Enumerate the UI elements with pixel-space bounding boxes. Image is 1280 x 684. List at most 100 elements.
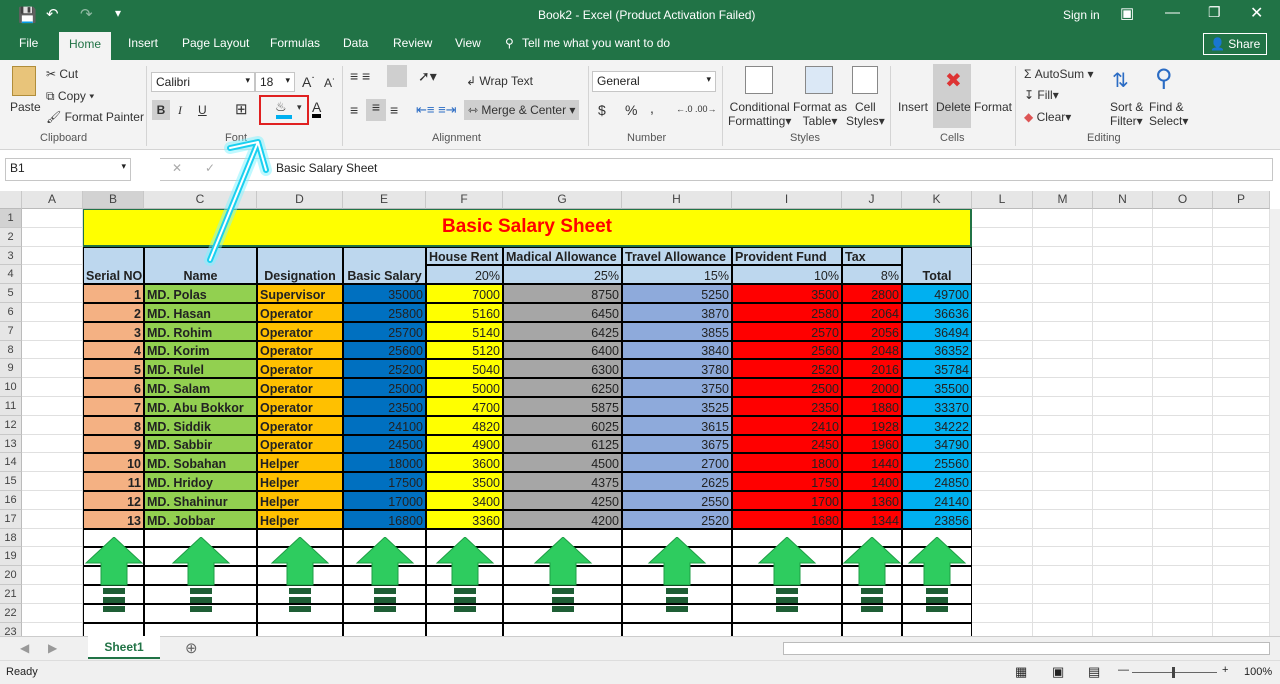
data-cell[interactable]: 25560 bbox=[902, 453, 972, 473]
cell[interactable] bbox=[1033, 246, 1093, 266]
column-header-I[interactable]: I bbox=[732, 191, 842, 209]
bold-button[interactable]: B bbox=[152, 100, 170, 120]
cell[interactable] bbox=[972, 622, 1033, 636]
cell[interactable] bbox=[1033, 603, 1093, 623]
data-cell[interactable]: MD. Sobahan bbox=[144, 453, 257, 473]
delete-cells-button[interactable]: Delete bbox=[936, 100, 971, 114]
row-header-11[interactable]: 11 bbox=[0, 397, 22, 416]
align-right-icon[interactable]: ≡ bbox=[390, 102, 398, 118]
number-format-select[interactable]: General ▾ bbox=[592, 71, 716, 92]
empty-cell[interactable] bbox=[144, 622, 257, 636]
row-header-22[interactable]: 22 bbox=[0, 603, 22, 623]
data-cell[interactable]: 3870 bbox=[622, 303, 732, 322]
data-cell[interactable]: 2450 bbox=[732, 434, 842, 454]
cell[interactable] bbox=[1213, 585, 1270, 604]
rate-pf[interactable]: 10% bbox=[732, 265, 842, 285]
increase-font-icon[interactable]: A˙ bbox=[302, 74, 316, 90]
cell[interactable] bbox=[1153, 603, 1213, 623]
tab-file[interactable]: File bbox=[19, 36, 38, 50]
cell[interactable] bbox=[1033, 509, 1093, 529]
cell[interactable] bbox=[1153, 340, 1213, 360]
currency-button[interactable]: $ bbox=[598, 102, 606, 118]
cell[interactable] bbox=[22, 566, 83, 585]
tab-insert[interactable]: Insert bbox=[128, 36, 158, 50]
cut-button[interactable]: ✂ Cut bbox=[46, 67, 78, 81]
cell[interactable] bbox=[1093, 509, 1153, 529]
cell[interactable] bbox=[1093, 434, 1153, 454]
data-cell[interactable]: 2580 bbox=[732, 303, 842, 322]
data-cell[interactable]: 2520 bbox=[732, 359, 842, 379]
tab-home[interactable]: Home bbox=[59, 32, 112, 60]
data-cell[interactable]: 34790 bbox=[902, 434, 972, 454]
merge-center-button[interactable]: ⇿ Merge & Center ▾ bbox=[464, 100, 580, 120]
cell[interactable] bbox=[22, 547, 83, 567]
cell[interactable] bbox=[1213, 246, 1270, 266]
cell[interactable] bbox=[972, 547, 1033, 567]
empty-cell[interactable] bbox=[902, 622, 972, 636]
header-house[interactable]: House Rent bbox=[426, 246, 503, 266]
data-cell[interactable]: 3 bbox=[83, 321, 144, 341]
data-cell[interactable]: 1680 bbox=[732, 509, 842, 529]
page-break-view-icon[interactable]: ▤ bbox=[1088, 664, 1100, 680]
data-cell[interactable]: 6450 bbox=[503, 303, 622, 322]
data-cell[interactable]: 8750 bbox=[503, 284, 622, 303]
horizontal-scrollbar[interactable] bbox=[783, 642, 1270, 655]
paste-button[interactable]: Paste bbox=[10, 100, 41, 114]
data-cell[interactable]: 9 bbox=[83, 434, 144, 454]
cell[interactable] bbox=[1093, 491, 1153, 510]
column-header-H[interactable]: H bbox=[622, 191, 732, 209]
data-cell[interactable]: 6025 bbox=[503, 415, 622, 435]
column-header-M[interactable]: M bbox=[1033, 191, 1093, 209]
cell[interactable] bbox=[1153, 397, 1213, 416]
row-header-14[interactable]: 14 bbox=[0, 453, 22, 473]
cell[interactable] bbox=[1033, 453, 1093, 473]
empty-cell[interactable] bbox=[732, 622, 842, 636]
data-cell[interactable]: Operator bbox=[257, 359, 343, 379]
data-cell[interactable]: 2048 bbox=[842, 340, 902, 360]
cell[interactable] bbox=[1213, 303, 1270, 322]
format-as-table-button[interactable]: Format as Table▾ bbox=[793, 100, 847, 128]
data-cell[interactable]: 3615 bbox=[622, 415, 732, 435]
empty-cell[interactable] bbox=[343, 622, 426, 636]
cell[interactable] bbox=[1153, 509, 1213, 529]
rate-medical[interactable]: 25% bbox=[503, 265, 622, 285]
copy-button[interactable]: ⧉ Copy ▾ bbox=[46, 89, 94, 104]
wrap-text-button[interactable]: ↲ Wrap Text bbox=[466, 74, 533, 88]
cell[interactable] bbox=[1213, 491, 1270, 510]
cell[interactable] bbox=[972, 603, 1033, 623]
data-cell[interactable]: 17500 bbox=[343, 472, 426, 491]
data-cell[interactable]: 1360 bbox=[842, 491, 902, 510]
cell[interactable] bbox=[1033, 359, 1093, 379]
row-header-8[interactable]: 8 bbox=[0, 340, 22, 360]
column-header-A[interactable]: A bbox=[22, 191, 83, 209]
row-header-17[interactable]: 17 bbox=[0, 509, 22, 529]
comma-button[interactable]: , bbox=[650, 100, 654, 116]
cell[interactable] bbox=[1153, 359, 1213, 379]
cell[interactable] bbox=[1033, 528, 1093, 548]
data-cell[interactable]: 3675 bbox=[622, 434, 732, 454]
cell[interactable] bbox=[22, 509, 83, 529]
cell[interactable] bbox=[1213, 397, 1270, 416]
data-cell[interactable]: 4700 bbox=[426, 397, 503, 416]
save-icon[interactable]: 💾 bbox=[18, 6, 37, 24]
select-all-corner[interactable] bbox=[0, 191, 22, 209]
data-cell[interactable]: 5875 bbox=[503, 397, 622, 416]
data-cell[interactable]: 36636 bbox=[902, 303, 972, 322]
row-header-9[interactable]: 9 bbox=[0, 359, 22, 379]
decrease-font-icon[interactable]: A˙ bbox=[324, 76, 336, 90]
header-total[interactable]: Total bbox=[902, 246, 972, 285]
data-cell[interactable]: Operator bbox=[257, 434, 343, 454]
data-cell[interactable]: 6425 bbox=[503, 321, 622, 341]
data-cell[interactable]: 2700 bbox=[622, 453, 732, 473]
align-top-icon[interactable]: ≡ ≡ bbox=[350, 68, 370, 84]
data-cell[interactable]: 1700 bbox=[732, 491, 842, 510]
row-header-19[interactable]: 19 bbox=[0, 547, 22, 567]
data-cell[interactable]: 1400 bbox=[842, 472, 902, 491]
data-cell[interactable]: Supervisor bbox=[257, 284, 343, 303]
data-cell[interactable]: 4 bbox=[83, 340, 144, 360]
cell[interactable] bbox=[22, 359, 83, 379]
prev-sheet-icon[interactable]: ◀ bbox=[20, 641, 29, 655]
data-cell[interactable]: 1880 bbox=[842, 397, 902, 416]
data-cell[interactable]: 23500 bbox=[343, 397, 426, 416]
empty-cell[interactable] bbox=[426, 622, 503, 636]
